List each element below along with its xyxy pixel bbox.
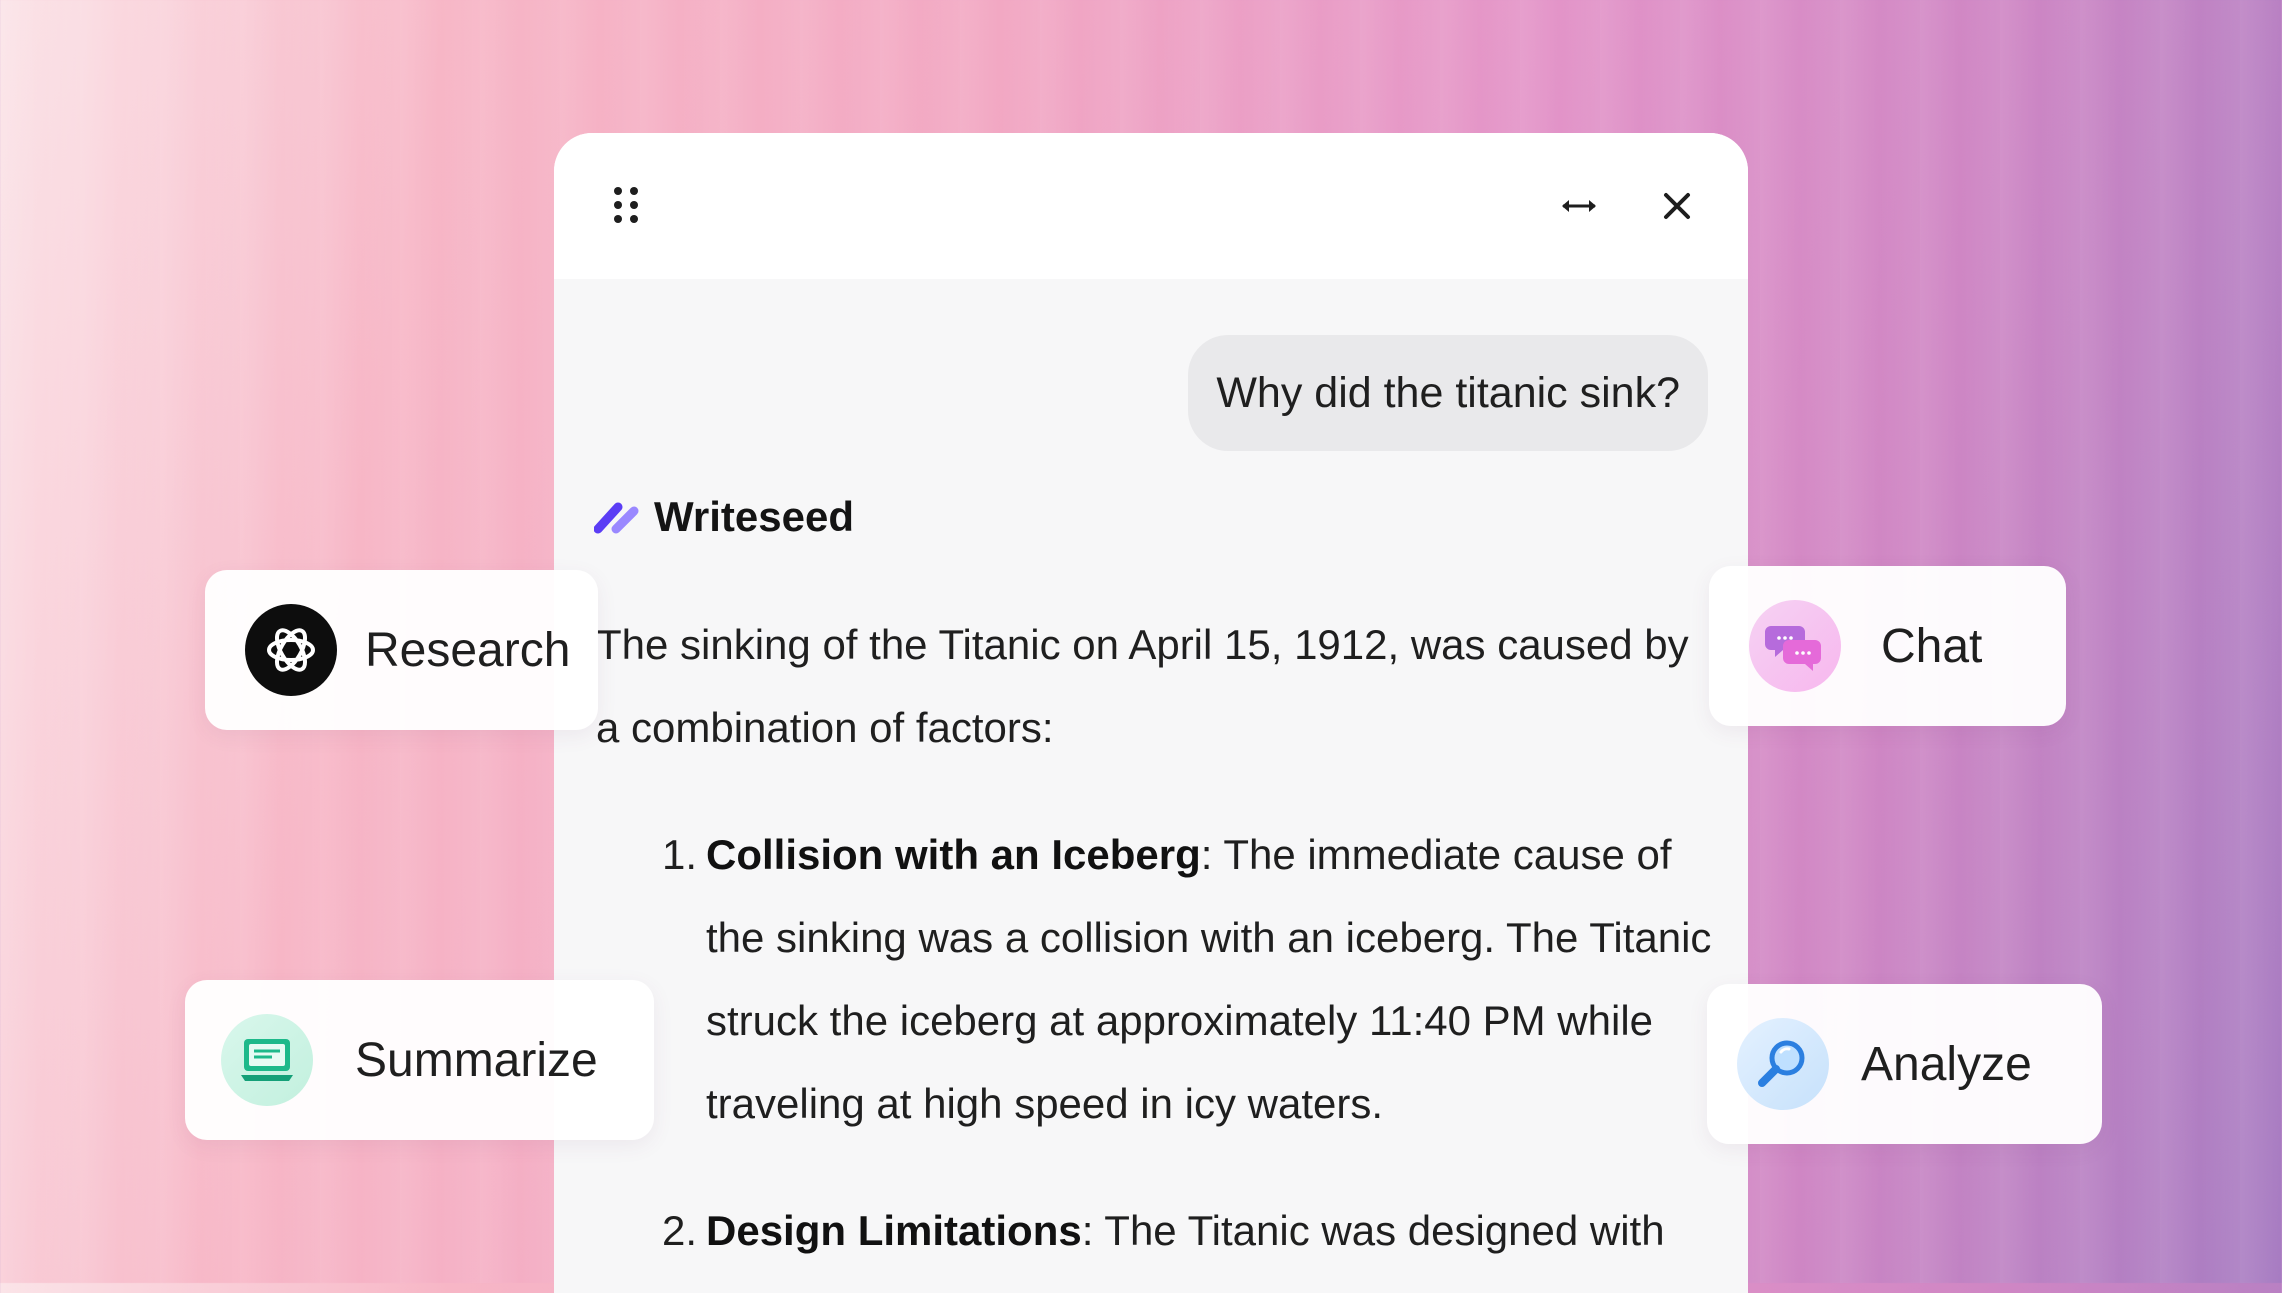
magnifier-icon [1737, 1018, 1829, 1110]
research-label: Research [365, 623, 571, 677]
widget-header [554, 133, 1748, 279]
chat-card[interactable]: Chat [1709, 566, 2066, 726]
research-card[interactable]: Research [205, 570, 598, 730]
answer-list: 1. Collision with an Iceberg: The immedi… [596, 813, 1716, 1272]
analyze-card[interactable]: Analyze [1707, 984, 2102, 1144]
close-button[interactable] [1652, 181, 1702, 231]
chat-widget: Why did the titanic sink? Writeseed The … [554, 133, 1748, 1293]
list-item-title: Collision with an Iceberg [706, 831, 1201, 878]
assistant-header: Writeseed [594, 493, 854, 541]
expand-horizontal-icon [1562, 200, 1596, 212]
writeseed-logo-icon [594, 502, 639, 534]
openai-icon [245, 604, 337, 696]
assistant-answer: The sinking of the Titanic on April 15, … [596, 603, 1716, 1272]
assistant-name: Writeseed [654, 493, 854, 540]
list-number: 1. [662, 831, 698, 878]
user-message-bubble: Why did the titanic sink? [1188, 335, 1708, 451]
chat-label: Chat [1881, 619, 1983, 673]
summarize-card[interactable]: Summarize [185, 980, 654, 1140]
summarize-label: Summarize [355, 1033, 598, 1087]
list-item: 1. Collision with an Iceberg: The immedi… [596, 813, 1716, 1145]
expand-button[interactable] [1554, 181, 1604, 231]
list-number: 2. [662, 1207, 698, 1254]
list-item-text: : The Titanic was designed with [1081, 1207, 1665, 1254]
analyze-label: Analyze [1861, 1037, 2032, 1091]
chat-bubbles-icon [1749, 600, 1841, 692]
drag-handle-icon[interactable] [614, 187, 640, 225]
user-message-text: Why did the titanic sink? [1216, 368, 1680, 417]
list-item: 2. Design Limitations: The Titanic was d… [596, 1189, 1716, 1272]
answer-intro: The sinking of the Titanic on April 15, … [596, 621, 1689, 751]
summarize-icon [221, 1014, 313, 1106]
list-item-title: Design Limitations [706, 1207, 1082, 1254]
close-icon [1664, 193, 1690, 219]
